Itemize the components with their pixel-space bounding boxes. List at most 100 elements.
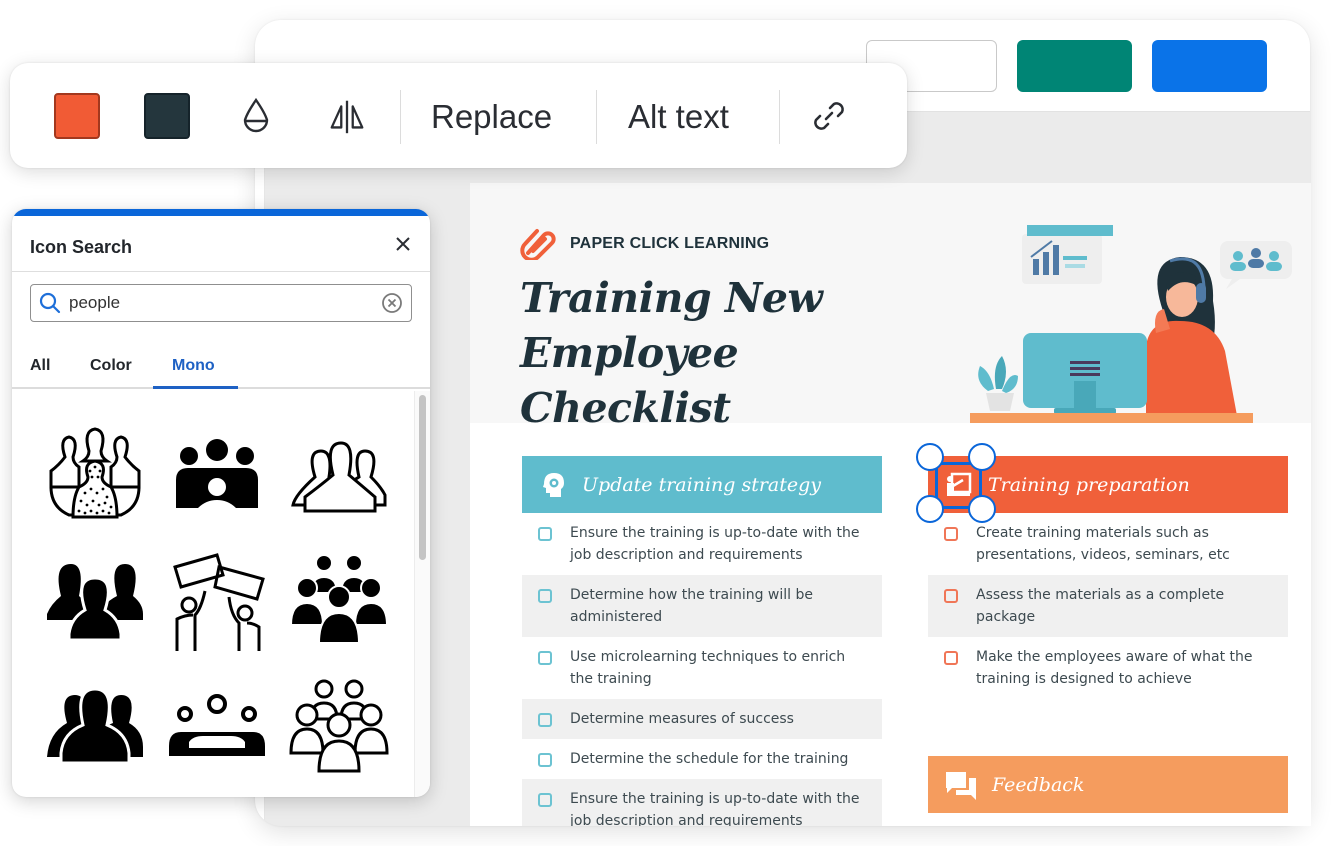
- toolbar-divider: [596, 90, 597, 144]
- people-silhouettes-solid-stacked-icon: [47, 687, 143, 765]
- icon-result[interactable]: [278, 666, 400, 792]
- checklist-item: Determine measures of success: [522, 699, 882, 739]
- title-line-1: Training New: [520, 274, 823, 322]
- checkbox[interactable]: [944, 651, 958, 665]
- people-group-outline-highlight-icon: [49, 427, 141, 519]
- clear-circle-icon[interactable]: [381, 292, 403, 314]
- checkbox[interactable]: [944, 589, 958, 603]
- section-header[interactable]: Feedback: [928, 756, 1288, 813]
- checklist-item-text: Determine the schedule for the training: [570, 751, 849, 767]
- close-icon: [396, 237, 410, 251]
- icon-result[interactable]: [34, 414, 156, 540]
- checkbox[interactable]: [944, 527, 958, 541]
- primary-color-swatch[interactable]: [54, 93, 100, 139]
- section-header[interactable]: Update training strategy: [522, 456, 882, 513]
- icon-filter-tabs: All Color Mono: [12, 349, 430, 389]
- brand: PAPER CLICK LEARNING: [520, 228, 769, 260]
- alt-text-button[interactable]: Alt text: [628, 97, 729, 137]
- section-title: Feedback: [992, 773, 1085, 796]
- checklist-item-text: Determine measures of success: [570, 711, 794, 727]
- section-title: Update training strategy: [582, 473, 822, 496]
- people-group-solid-circle-icon: [176, 439, 258, 508]
- scroll-thumb[interactable]: [419, 395, 426, 560]
- checklist-item: Use microlearning techniques to enrich t…: [522, 637, 882, 699]
- document-title[interactable]: Training New Employee Checklist: [520, 271, 920, 436]
- resize-handle-top-left[interactable]: [916, 443, 944, 471]
- checkbox[interactable]: [538, 753, 552, 767]
- icon-result[interactable]: [156, 414, 278, 540]
- opacity-icon: [243, 97, 269, 133]
- active-tab-indicator: [153, 386, 238, 389]
- results-scrollbar[interactable]: [414, 391, 430, 797]
- link-icon: [814, 102, 844, 130]
- document-page: PAPER CLICK LEARNING Training New Employ…: [470, 183, 1311, 826]
- checkbox[interactable]: [538, 793, 552, 807]
- checkbox[interactable]: [538, 713, 552, 727]
- icon-search-input[interactable]: [61, 293, 381, 313]
- flip-icon: [330, 100, 364, 134]
- people-silhouettes-solid-icon: [47, 564, 143, 642]
- icon-result[interactable]: [34, 666, 156, 792]
- resize-handle-bottom-right[interactable]: [968, 495, 996, 523]
- checklist-item: Assess the materials as a complete packa…: [928, 575, 1288, 637]
- opacity-button[interactable]: [235, 95, 277, 137]
- search-icon: [39, 292, 61, 314]
- tab-color[interactable]: Color: [90, 357, 132, 375]
- toolbar-divider: [400, 90, 401, 144]
- icon-search-panel: Icon Search All Color Mono: [12, 209, 430, 797]
- people-silhouettes-outline-icon: [291, 441, 387, 513]
- resize-handle-bottom-left[interactable]: [916, 495, 944, 523]
- topbar-teal-button[interactable]: [1017, 40, 1132, 92]
- people-protest-signs-icon: [173, 553, 265, 651]
- brand-name: PAPER CLICK LEARNING: [570, 235, 770, 252]
- checklist-item-text: Ensure the training is up-to-date with t…: [570, 525, 860, 563]
- people-crowd-solid-icon: [289, 554, 389, 644]
- checklist-item-text: Make the employees aware of what the tra…: [976, 649, 1253, 687]
- checklist-item-text: Assess the materials as a complete packa…: [976, 587, 1225, 625]
- link-button[interactable]: [808, 95, 850, 137]
- checklist-item-text: Determine how the training will be admin…: [570, 587, 813, 625]
- resize-handle-top-right[interactable]: [968, 443, 996, 471]
- checkbox[interactable]: [538, 651, 552, 665]
- icon-result[interactable]: [278, 540, 400, 666]
- tab-all[interactable]: All: [30, 357, 50, 375]
- secondary-color-swatch[interactable]: [144, 93, 190, 139]
- section-title: Training preparation: [988, 473, 1190, 496]
- checklist-item-text: Create training materials such as presen…: [976, 525, 1230, 563]
- checklist-item: Ensure the training is up-to-date with t…: [522, 513, 882, 575]
- replace-button[interactable]: Replace: [431, 97, 552, 137]
- icon-result[interactable]: [156, 666, 278, 792]
- topbar-blue-button[interactable]: [1152, 40, 1267, 92]
- chat-bubbles-icon: [946, 771, 976, 800]
- people-meeting-table-icon: [169, 694, 265, 756]
- icon-result[interactable]: [156, 540, 278, 666]
- document-header: PAPER CLICK LEARNING Training New Employ…: [470, 183, 1311, 432]
- icon-result[interactable]: [278, 414, 400, 540]
- close-button[interactable]: [392, 233, 414, 255]
- head-gear-icon: [543, 472, 564, 497]
- checklist-item-text: Use microlearning techniques to enrich t…: [570, 649, 846, 687]
- checklist-item: Make the employees aware of what the tra…: [928, 637, 1288, 699]
- checklist-item: Ensure the training is up-to-date with t…: [522, 779, 882, 826]
- checklist-item-text: Ensure the training is up-to-date with t…: [570, 791, 860, 826]
- chart-card-header: [1027, 225, 1113, 236]
- section-update-training-strategy: Update training strategy Ensure the trai…: [522, 456, 882, 826]
- people-crowd-outline-icon: [289, 679, 389, 773]
- checkbox[interactable]: [538, 589, 552, 603]
- checkbox[interactable]: [538, 527, 552, 541]
- checklist-item: Determine the schedule for the training: [522, 739, 882, 779]
- panel-accent-bar: [12, 209, 430, 216]
- checklist-item: Determine how the training will be admin…: [522, 575, 882, 637]
- section-training-preparation: Training preparation Create training mat…: [928, 456, 1288, 699]
- desk: [970, 413, 1253, 423]
- image-toolbar: Replace Alt text: [10, 63, 907, 168]
- icon-result[interactable]: [34, 540, 156, 666]
- panel-title: Icon Search: [30, 237, 133, 257]
- call-center-illustration[interactable]: [970, 221, 1300, 423]
- toolbar-divider: [779, 90, 780, 144]
- icon-search-field[interactable]: [30, 284, 412, 322]
- flip-button[interactable]: [326, 95, 368, 137]
- tab-mono[interactable]: Mono: [172, 357, 215, 375]
- icon-results-grid: [34, 414, 404, 792]
- title-line-2: Employee Checklist: [520, 329, 739, 432]
